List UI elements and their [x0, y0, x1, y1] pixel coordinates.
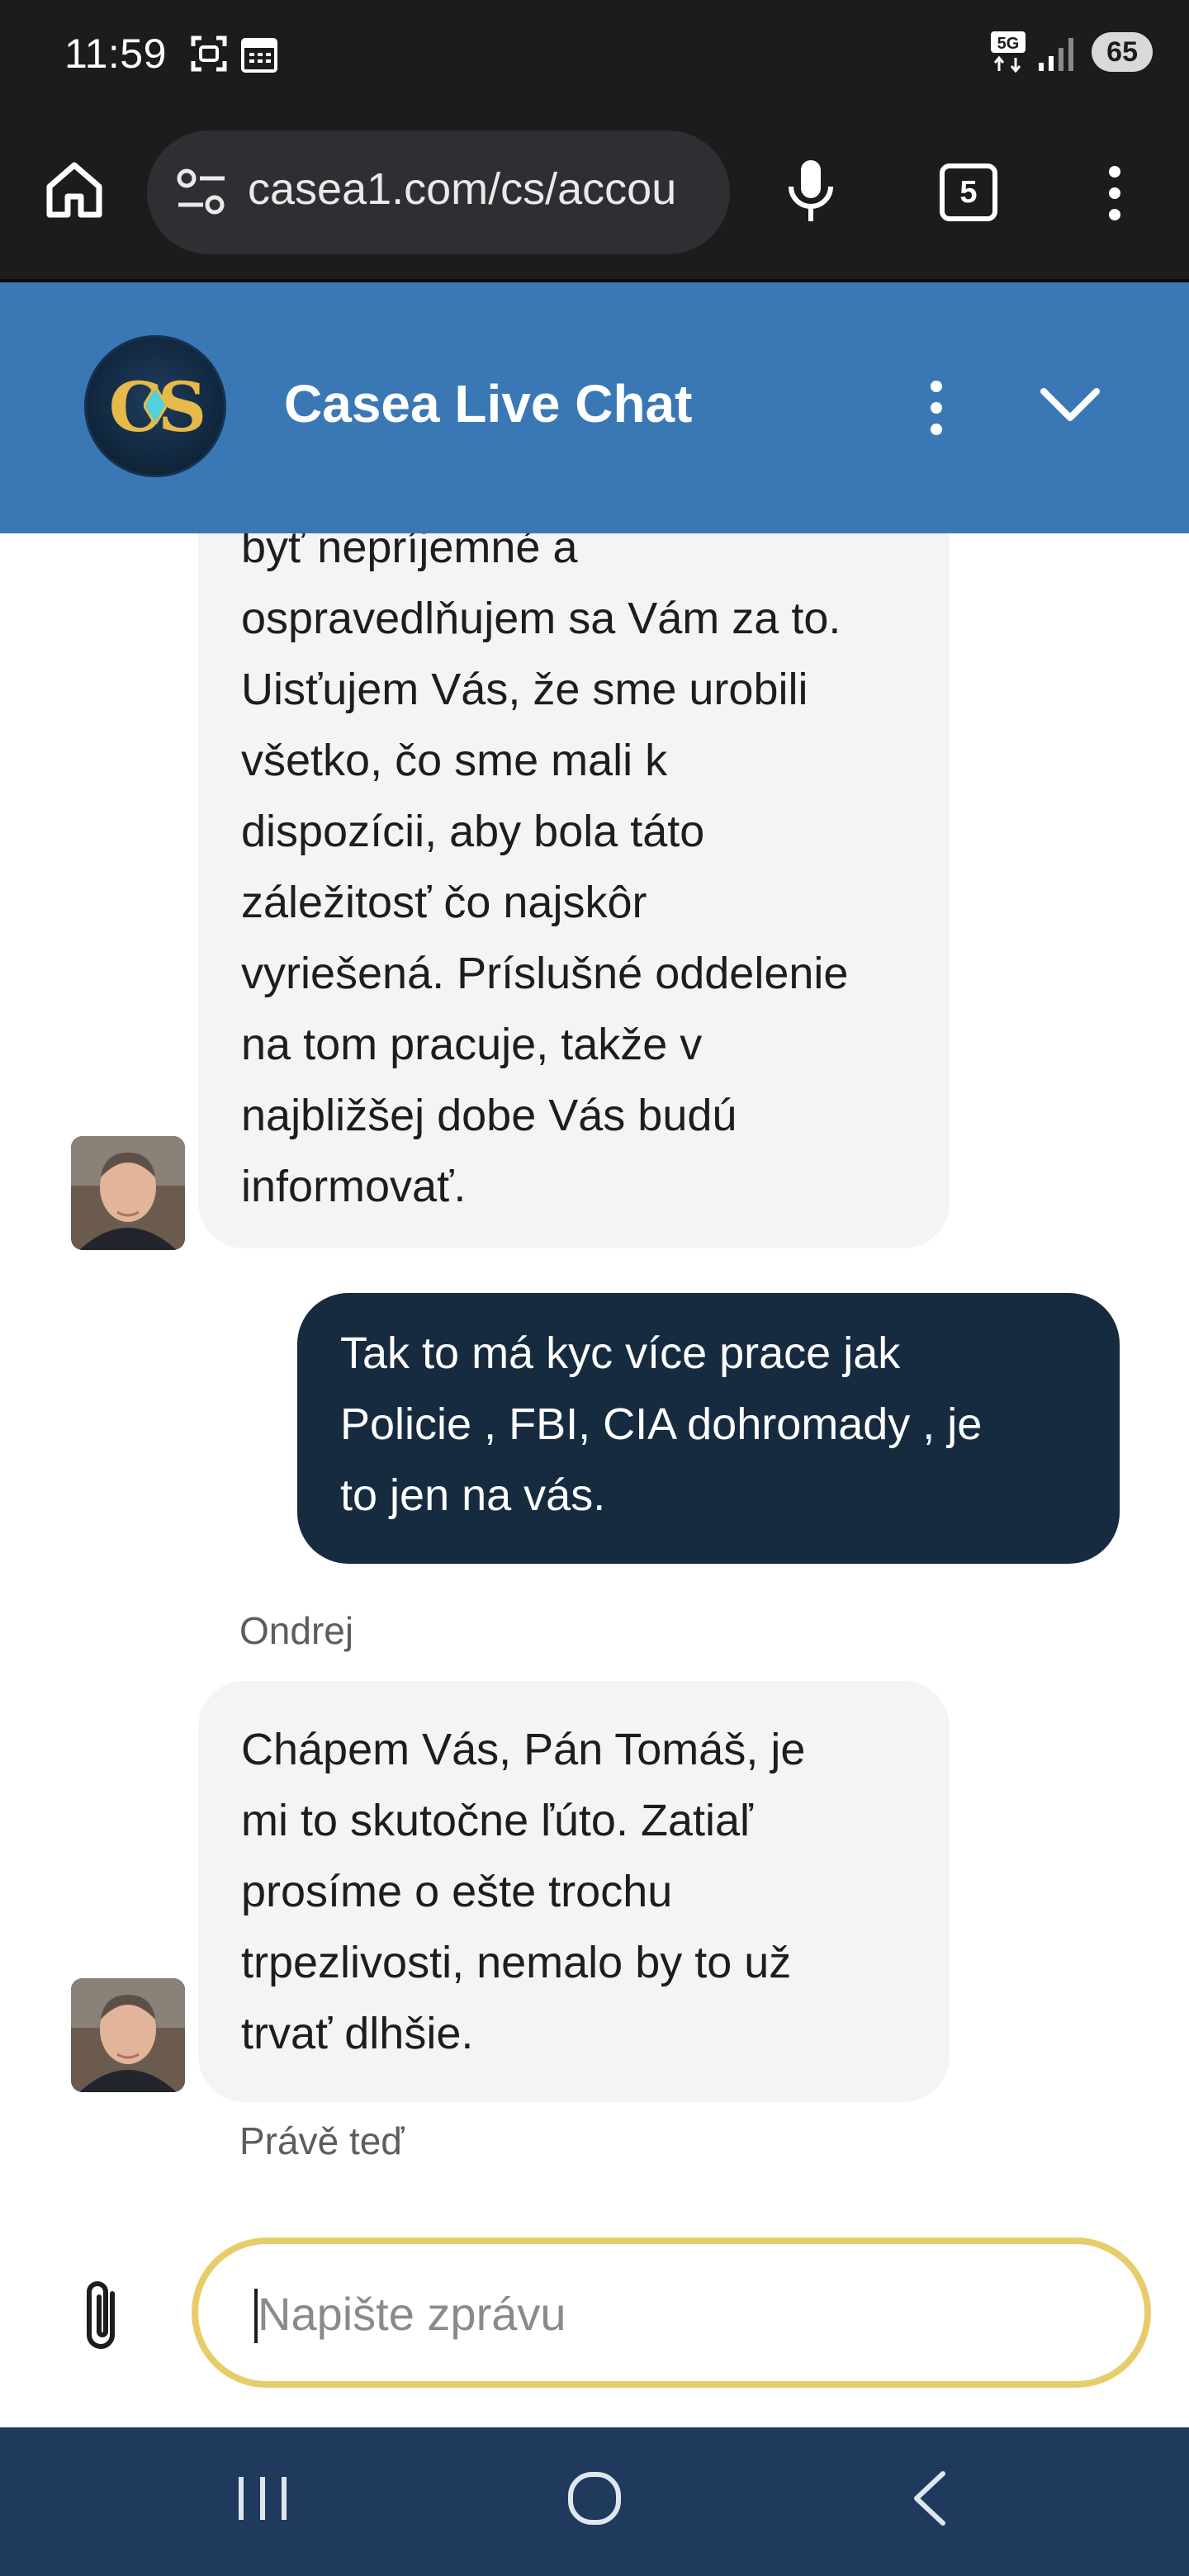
message-line: na tom pracuje, takže v — [241, 1020, 703, 1069]
message-line: informovať. — [241, 1162, 467, 1211]
attachment-icon[interactable] — [79, 2275, 129, 2355]
home-nav-icon[interactable] — [566, 2470, 623, 2526]
message-line: to jen na vás. — [340, 1470, 606, 1520]
message-line: Chápem Vás, Pán Tomáš, je — [241, 1725, 806, 1774]
chevron-down-icon[interactable] — [1039, 385, 1101, 426]
chat-menu-icon[interactable] — [925, 378, 948, 438]
message-line: najbližšej dobe Vás budú — [241, 1091, 737, 1140]
chat-title: Casea Live Chat — [284, 374, 693, 433]
back-icon[interactable] — [908, 2469, 950, 2528]
message-line: prosíme o ešte trochu — [241, 1867, 673, 1916]
calendar-icon — [241, 38, 277, 73]
address-bar[interactable]: casea1.com/cs/accou — [147, 130, 730, 254]
url-text: casea1.com/cs/accou — [248, 164, 677, 214]
site-settings-icon[interactable] — [175, 167, 228, 218]
message-line: dispozícii, aby bola táto — [241, 807, 705, 856]
system-nav-bar — [0, 2427, 1189, 2576]
message-line: záležitosť čo najskôr — [241, 878, 647, 927]
clock: 11:59 — [64, 31, 167, 77]
diamond-gem-icon — [144, 386, 167, 424]
screenshot-icon — [191, 36, 227, 72]
signal-icon — [1039, 38, 1074, 71]
agent-message: Chápem Vás, Pán Tomáš, je mi to skutočne… — [198, 1681, 950, 2102]
svg-text:5G: 5G — [997, 35, 1020, 53]
message-line: mi to skutočne ľúto. Zatiaľ — [241, 1796, 753, 1845]
status-bar: 11:59 5G 65 — [0, 0, 1189, 111]
message-line: Uisťujem Vás, že sme urobili — [241, 665, 808, 714]
microphone-icon[interactable] — [786, 157, 836, 226]
message-timestamp: Právě teď — [239, 2119, 405, 2162]
user-message: Tak to má kyc více prace jak Policie , F… — [297, 1293, 1120, 1564]
message-line: trpezlivosti, nemalo by to už — [241, 1938, 792, 1987]
message-line: ospravedlňujem sa Vám za to. — [241, 594, 841, 643]
message-line: všetko, čo sme mali k — [241, 736, 668, 785]
agent-avatar — [71, 1978, 185, 2092]
home-icon[interactable] — [43, 159, 106, 221]
sender-name: Ondrej — [239, 1609, 354, 1652]
agent-message: byť nepríjemné a ospravedlňujem sa Vám z… — [198, 533, 950, 1248]
message-line: Policie , FBI, CIA dohromady , je — [340, 1399, 983, 1449]
more-vert-icon[interactable] — [1103, 163, 1126, 223]
casea-logo: CS — [84, 335, 226, 477]
message-line: Tak to má kyc více prace jak — [340, 1328, 901, 1378]
browser-toolbar: casea1.com/cs/accou 5 — [0, 111, 1189, 282]
message-line: trvať dlhšie. — [241, 2009, 474, 2058]
network-5g-icon: 5G — [991, 31, 1026, 73]
message-line: vyriešená. Príslušné oddelenie — [241, 949, 849, 998]
message-list: byť nepríjemné a ospravedlňujem sa Vám z… — [0, 533, 1189, 2218]
recent-apps-icon[interactable] — [236, 2472, 289, 2525]
message-line: byť nepríjemné a — [241, 533, 578, 572]
agent-avatar — [71, 1136, 185, 1250]
chat-header: CS Casea Live Chat — [0, 282, 1189, 533]
message-input-container — [192, 2237, 1151, 2388]
battery-indicator: 65 — [1092, 32, 1153, 72]
message-input[interactable] — [256, 2284, 1085, 2343]
tabs-icon[interactable]: 5 — [940, 163, 997, 221]
